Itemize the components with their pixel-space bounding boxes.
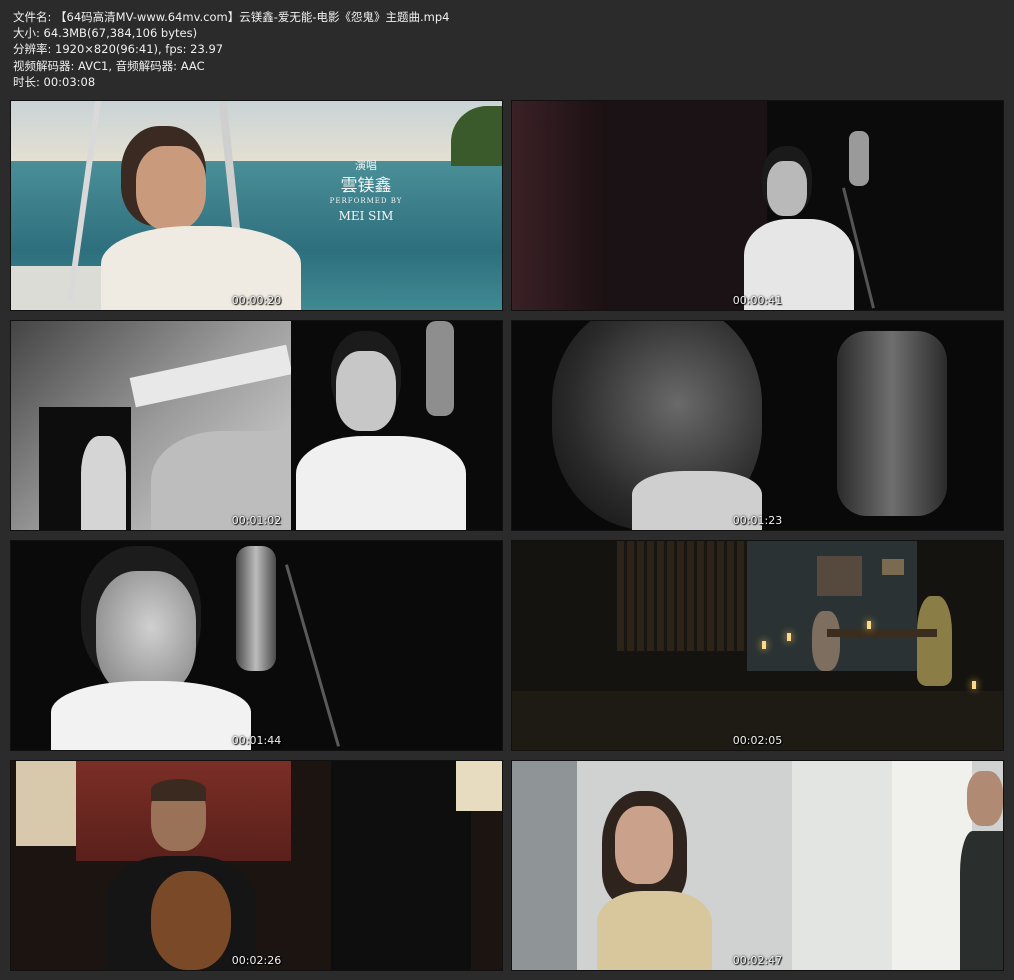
- duration: 时长: 00:03:08: [13, 74, 96, 89]
- timestamp: 00:00:41: [732, 294, 783, 307]
- codec-info: 视频解码器: AVC1, 音频解码器: AAC: [13, 58, 205, 73]
- timestamp: 00:01:44: [231, 734, 282, 747]
- thumbnail-1[interactable]: 演唱 雲镁鑫 PERFORMED BY MEI SIM 00:00:20: [10, 100, 503, 311]
- timestamp: 00:00:20: [231, 294, 282, 307]
- timestamp: 00:02:47: [732, 954, 783, 967]
- thumbnail-5[interactable]: 00:01:44: [10, 540, 503, 751]
- thumbnail-4[interactable]: 00:01:23: [511, 320, 1004, 531]
- timestamp: 00:02:05: [732, 734, 783, 747]
- timestamp: 00:01:02: [231, 514, 282, 527]
- credit-line-3: PERFORMED BY: [329, 197, 403, 205]
- file-name: 文件名: 【64码高清MV-www.64mv.com】云镁鑫-爱无能-电影《怨鬼…: [13, 10, 450, 24]
- timestamp: 00:02:26: [231, 954, 282, 967]
- timestamp: 00:01:23: [732, 514, 783, 527]
- thumbnail-2[interactable]: 00:00:41: [511, 100, 1004, 311]
- thumbnail-7[interactable]: 00:02:26: [10, 760, 503, 971]
- credit-line-2: 雲镁鑫: [340, 176, 392, 196]
- thumbnail-8[interactable]: 00:02:47: [511, 760, 1004, 971]
- thumbnail-6[interactable]: 00:02:05: [511, 540, 1004, 751]
- file-size: 大小: 64.3MB(67,384,106 bytes): [13, 26, 198, 41]
- resolution: 分辨率: 1920×820(96:41), fps: 23.97: [13, 42, 224, 57]
- file-info-panel: 文件名: 【64码高清MV-www.64mv.com】云镁鑫-爱无能-电影《怨鬼…: [13, 9, 449, 90]
- thumbnail-3[interactable]: 00:01:02: [10, 320, 503, 531]
- credit-line-4: MEI SIM: [338, 209, 394, 223]
